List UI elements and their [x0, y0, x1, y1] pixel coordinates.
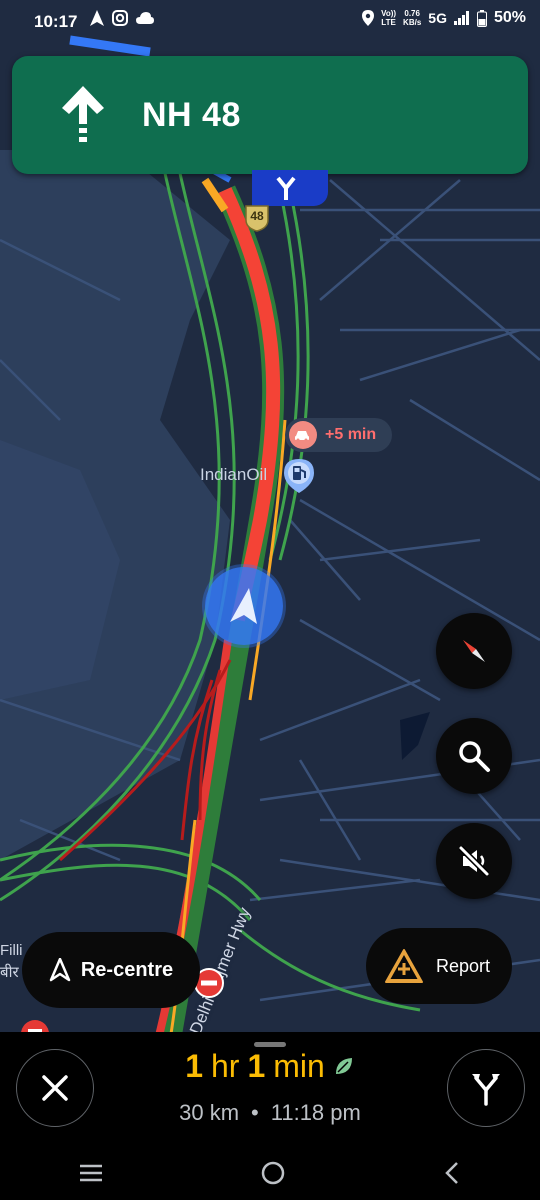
- report-incident-icon: [385, 949, 423, 983]
- report-button[interactable]: Report: [366, 928, 512, 1004]
- status-right-icons: Vo)) LTE 0.76 KB/s 5G 50%: [362, 9, 526, 27]
- status-left-icons: [90, 10, 154, 26]
- battery-icon: [476, 9, 487, 27]
- eta-minutes-unit: min: [273, 1048, 325, 1084]
- trip-distance: 30 km: [179, 1100, 240, 1125]
- status-bar: 10:17 Vo)) LTE 0.76 KB/s 5G 50%: [0, 0, 540, 44]
- status-time: 10:17: [34, 12, 78, 31]
- compass-button[interactable]: [436, 613, 512, 689]
- signal-icon: [453, 11, 469, 25]
- home-icon[interactable]: [260, 1160, 286, 1186]
- maneuver-road-name: NH 48: [142, 96, 241, 134]
- system-navigation-bar: [0, 1145, 540, 1200]
- highway-shield-number: 48: [250, 209, 264, 223]
- car-crash-icon: [289, 421, 317, 449]
- place-label: Filli बीर: [0, 942, 23, 981]
- next-maneuver-banner[interactable]: NH 48: [12, 56, 528, 174]
- sound-toggle-button[interactable]: [436, 823, 512, 899]
- traffic-delay-text: +5 min: [325, 426, 377, 443]
- compass-icon: [463, 640, 485, 662]
- eta-minutes-value: 1: [247, 1048, 266, 1084]
- current-location-puck: [205, 567, 283, 645]
- eta-hours-unit: hr: [210, 1048, 240, 1084]
- recentre-label: Re-centre: [80, 958, 174, 981]
- network-speed: 0.76 KB/s: [403, 9, 422, 27]
- fork-icon: [276, 176, 296, 200]
- sound-off-icon: [458, 845, 490, 877]
- straight-arrow-icon: [62, 86, 104, 142]
- fuel-pump-icon[interactable]: [283, 458, 315, 494]
- highway-shield: 48: [244, 204, 270, 232]
- trip-separator: •: [251, 1100, 259, 1125]
- poi-label[interactable]: IndianOil: [200, 465, 267, 485]
- instagram-icon: [112, 10, 128, 26]
- sheet-drag-handle[interactable]: [254, 1042, 286, 1047]
- search-icon: [459, 741, 490, 772]
- network-type: 5G: [428, 10, 447, 26]
- volte-indicator: Vo)) LTE: [381, 9, 397, 27]
- battery-percentage: 50%: [493, 9, 526, 26]
- navigation-arrow-icon: [90, 10, 104, 26]
- alternate-routes-button[interactable]: [447, 1049, 525, 1127]
- arrival-time: 11:18 pm: [270, 1100, 361, 1125]
- recents-icon[interactable]: [78, 1163, 104, 1183]
- eta-hours-value: 1: [185, 1048, 203, 1084]
- traffic-delay-chip[interactable]: +5 min: [285, 418, 393, 452]
- eco-leaf-icon: [335, 1058, 352, 1074]
- fork-route-icon: [472, 1074, 500, 1106]
- cloud-icon: [136, 12, 154, 24]
- recentre-button[interactable]: Re-centre: [22, 932, 200, 1008]
- lane-guidance-sign: [252, 170, 328, 206]
- back-icon[interactable]: [442, 1161, 462, 1185]
- location-icon: [362, 10, 375, 26]
- heading-arrow-icon: [230, 588, 257, 624]
- search-button[interactable]: [436, 718, 512, 794]
- report-label: Report: [436, 955, 491, 976]
- navigation-arrow-icon: [49, 958, 71, 982]
